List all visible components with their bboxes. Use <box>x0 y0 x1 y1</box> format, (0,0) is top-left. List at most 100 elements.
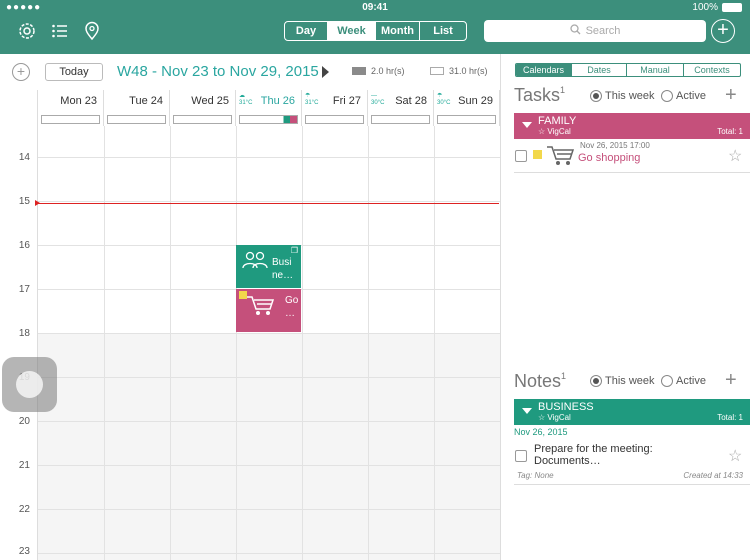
assistive-touch-button[interactable] <box>2 357 57 412</box>
day-divider <box>368 126 369 560</box>
star-icon[interactable]: ☆ <box>728 146 742 166</box>
weather-icon: ☂ 30°C <box>437 93 451 106</box>
add-note-icon[interactable]: + <box>725 370 737 390</box>
day-label: Mon 23 <box>60 95 97 107</box>
notes-heading: Notes1 <box>514 371 567 391</box>
hour-line <box>38 509 500 510</box>
all-day-slot[interactable] <box>41 115 100 124</box>
meeting-people-icon <box>242 251 268 269</box>
task-checkbox[interactable] <box>515 150 527 162</box>
group-total: Total: 1 <box>717 127 743 136</box>
tasks-this-week-radio[interactable]: This week <box>590 90 655 102</box>
hour-line <box>38 201 500 202</box>
all-day-slot[interactable] <box>437 115 496 124</box>
free-swatch <box>430 67 444 75</box>
hour-line <box>38 377 500 378</box>
star-icon[interactable]: ☆ <box>728 446 742 466</box>
hour-label: 15 <box>18 196 30 207</box>
task-item[interactable]: Nov 26, 2015 17:00 Go shopping ☆ <box>514 139 750 173</box>
task-group-family[interactable]: FAMILY ☆ VigCal Total: 1 <box>514 113 750 139</box>
current-time-marker <box>35 200 40 206</box>
day-divider <box>302 126 303 560</box>
day-header-wed[interactable]: Wed 25 <box>170 90 236 126</box>
day-label: Sat 28 <box>395 95 427 107</box>
tab-day[interactable]: Day <box>285 22 328 40</box>
busy-hours-value: 2.0 hr(s) <box>371 66 405 76</box>
tab-dates[interactable]: Dates <box>572 64 627 76</box>
note-tag: Tag: None <box>517 471 554 480</box>
weather-temp: 31°C <box>305 100 319 106</box>
busy-swatch <box>352 67 366 75</box>
right-panel: Calendars Dates Manual Contexts Tasks1 T… <box>500 54 750 560</box>
tab-manual[interactable]: Manual <box>627 64 684 76</box>
priority-color-icon <box>533 150 542 159</box>
hour-label: 17 <box>18 284 30 295</box>
day-label: Fri 27 <box>332 95 361 107</box>
all-day-slot[interactable] <box>107 115 166 124</box>
tasks-active-radio[interactable]: Active <box>661 90 706 102</box>
today-button[interactable]: Today <box>45 63 103 81</box>
weather-icon: —30°C <box>371 93 385 106</box>
day-header-sat[interactable]: —30°C Sat 28 <box>368 90 434 126</box>
notes-active-radio[interactable]: Active <box>661 375 706 387</box>
collapse-triangle-icon[interactable] <box>522 122 532 128</box>
day-header-fri[interactable]: ☂ 31°C Fri 27 <box>302 90 368 126</box>
location-pin-icon[interactable] <box>81 20 103 42</box>
day-header-sun[interactable]: ☂ 30°C Sun 29 <box>434 90 500 126</box>
settings-gear-icon[interactable] <box>16 20 38 42</box>
note-group-business[interactable]: BUSINESS ☆ VigCal Total: 1 <box>514 399 750 425</box>
all-day-slot[interactable] <box>371 115 430 124</box>
note-date: Nov 26, 2015 <box>514 427 568 437</box>
task-date: Nov 26, 2015 17:00 <box>580 141 650 150</box>
group-name: BUSINESS <box>538 401 594 413</box>
hour-label: 16 <box>18 240 30 251</box>
next-week-arrow-icon[interactable] <box>322 66 329 78</box>
day-divider <box>434 126 435 560</box>
day-header-tue[interactable]: Tue 24 <box>104 90 170 126</box>
shopping-cart-icon <box>247 296 274 315</box>
event-title: Go … <box>285 295 299 319</box>
note-checkbox[interactable] <box>515 450 527 462</box>
weather-temp: 30°C <box>437 100 451 106</box>
week-title[interactable]: W48 - Nov 23 to Nov 29, 2015 <box>117 63 319 80</box>
group-calendar: ☆ VigCal <box>538 413 571 422</box>
hour-label: 23 <box>18 546 30 557</box>
all-day-slot[interactable] <box>173 115 232 124</box>
zoom-in-icon[interactable]: + <box>12 63 30 81</box>
day-header-thu[interactable]: ☁ 31°C Thu 26 <box>236 90 302 126</box>
current-time-line <box>38 203 499 204</box>
week-grid: Mon 23 Tue 24 Wed 25 ☁ 31°C Thu 26 ☂ 31°C … <box>37 90 500 560</box>
battery-percent: 100% <box>692 2 718 13</box>
event-go-shopping[interactable]: Go … <box>236 289 301 332</box>
group-total: Total: 1 <box>717 413 743 422</box>
day-header-mon[interactable]: Mon 23 <box>38 90 104 126</box>
event-business[interactable]: Busi ne… ❐ <box>236 245 301 288</box>
note-item[interactable]: Prepare for the meeting: Documents… ☆ Ta… <box>514 439 750 485</box>
tab-contexts[interactable]: Contexts <box>684 64 740 76</box>
list-icon[interactable] <box>49 20 71 42</box>
search-input[interactable]: Search <box>484 20 706 42</box>
filter-tabs: Calendars Dates Manual Contexts <box>515 63 741 77</box>
tab-week[interactable]: Week <box>328 22 376 40</box>
notes-this-week-radio[interactable]: This week <box>590 375 655 387</box>
add-button[interactable]: + <box>711 19 735 43</box>
add-task-icon[interactable]: + <box>725 85 737 105</box>
day-label: Thu 26 <box>260 95 295 107</box>
weather-temp: 31°C <box>239 100 253 106</box>
hour-label: 20 <box>18 416 30 427</box>
tab-calendars[interactable]: Calendars <box>516 64 572 76</box>
clock: 09:41 <box>362 2 388 13</box>
all-day-slot[interactable] <box>239 115 298 124</box>
tab-list[interactable]: List <box>420 22 466 40</box>
shopping-cart-icon <box>547 146 574 165</box>
collapse-triangle-icon[interactable] <box>522 408 532 414</box>
tab-month[interactable]: Month <box>376 22 420 40</box>
event-title: Busi ne… <box>272 257 294 281</box>
hour-label: 14 <box>18 152 30 163</box>
top-bar: ●●●●● 09:41 100% Day Week Month List Sea… <box>0 0 750 54</box>
view-switcher: Day Week Month List <box>284 21 467 41</box>
all-day-slot[interactable] <box>305 115 364 124</box>
task-title: Go shopping <box>578 152 641 164</box>
day-divider <box>236 126 237 560</box>
hour-line <box>38 465 500 466</box>
